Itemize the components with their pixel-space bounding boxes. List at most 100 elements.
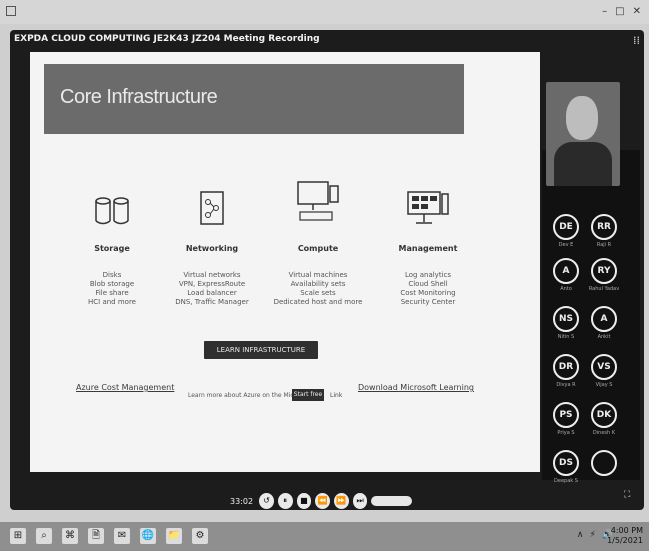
participant[interactable]: PS Priya S [548, 402, 584, 436]
window-title-bar: – □ ✕ [0, 0, 649, 24]
presenter-video [546, 82, 620, 186]
column-line: DNS, Traffic Manager [175, 298, 249, 306]
avatar: PS [553, 402, 579, 428]
column-compute: Compute Virtual machines Availability se… [268, 180, 368, 307]
folder-icon[interactable]: 📁 [166, 528, 182, 544]
participant[interactable] [586, 450, 622, 478]
participant[interactable]: A Anto [548, 258, 584, 292]
column-line: Log analytics [404, 271, 452, 279]
taskbar: ⊞ ⌕ ⌘ 🗎 ✉ 🌐 📁 ⚙ ∧ ⚡ 🔊 4:00 PM 1/5/2021 [0, 522, 649, 551]
time-readout: 33:02 [230, 496, 254, 506]
participant-name: Deepak S [554, 478, 578, 484]
column-line: Load balancer [187, 289, 237, 297]
column-management: Management Log analytics Cloud Shell Cos… [378, 180, 478, 307]
participant-name: Dev E [558, 242, 574, 248]
column-head: Compute [297, 244, 339, 253]
document-icon[interactable]: 🗎 [88, 528, 104, 544]
chevron-up-icon[interactable]: ∧ [577, 530, 584, 540]
avatar [591, 450, 617, 476]
column-head: Storage [94, 244, 130, 253]
clock[interactable]: 4:00 PM 1/5/2021 [607, 526, 643, 546]
slide-title-band: Core Infrastructure [44, 64, 464, 134]
fast-forward-icon[interactable]: ⏩ [334, 493, 349, 509]
participant-name: Raji R [596, 242, 612, 248]
presenter-face [566, 96, 598, 140]
participant-name: Priya S [557, 430, 575, 436]
column-line: Disks [102, 271, 122, 279]
download-learning-link[interactable]: Download Microsoft Learning [358, 383, 474, 392]
pause-icon[interactable]: ⏸ [277, 493, 293, 509]
participant[interactable]: DK Dinesh K [586, 402, 622, 436]
participant[interactable]: DR Divya R [548, 354, 584, 388]
column-line: Availability sets [290, 280, 346, 288]
storage-icon [62, 180, 162, 226]
start-icon[interactable]: ⊞ [10, 528, 26, 544]
avatar: RY [591, 258, 617, 284]
participant-name: Divya R [556, 382, 576, 388]
search-icon[interactable]: ⌕ [36, 528, 52, 544]
avatar: DS [553, 450, 579, 476]
participant[interactable]: DS Deepak S [548, 450, 584, 484]
participant[interactable]: A Ankit [586, 306, 622, 340]
skip-icon[interactable]: ⏭ [352, 493, 368, 509]
participant-name: Dinesh K [592, 430, 616, 436]
participant-name: Vijay S [595, 382, 613, 388]
column-line: Security Center [400, 298, 456, 306]
participant[interactable]: VS Vijay S [586, 354, 622, 388]
mail-icon[interactable]: ✉ [114, 528, 130, 544]
playback-controls: 33:02 ↺ ⏸ ■ ⏪ ⏩ ⏭ [230, 492, 412, 510]
column-lines: Disks Blob storage File share HCI and mo… [62, 271, 162, 307]
participant-name: Nitin S [557, 334, 575, 340]
avatar: RR [591, 214, 617, 240]
recording-title: EXPDA CLOUD COMPUTING JE2K43 JZ204 Meeti… [14, 34, 320, 44]
column-lines: Log analytics Cloud Shell Cost Monitorin… [378, 271, 478, 307]
column-head: Networking [185, 244, 239, 253]
column-line: Blob storage [89, 280, 135, 288]
participant[interactable]: RR Raji R [586, 214, 622, 248]
replay-icon[interactable]: ↺ [259, 493, 274, 509]
maximize-button[interactable]: □ [615, 6, 624, 17]
avatar: VS [591, 354, 617, 380]
learn-infrastructure-button[interactable]: LEARN INFRASTRUCTURE [204, 341, 318, 359]
note-link[interactable]: Link [330, 392, 342, 399]
avatar: NS [553, 306, 579, 332]
column-head: Management [398, 244, 458, 253]
management-icon [378, 180, 478, 226]
participant[interactable]: DE Dev E [548, 214, 584, 248]
battery-icon[interactable]: ⚡ [589, 530, 595, 540]
column-line: Cloud Shell [408, 280, 448, 288]
presenter-body [554, 142, 612, 186]
compute-icon [268, 180, 368, 226]
taskbar-icons: ⊞ ⌕ ⌘ 🗎 ✉ 🌐 📁 ⚙ [10, 528, 208, 544]
minimize-button[interactable]: – [602, 6, 607, 17]
screen: – □ ✕ EXPDA CLOUD COMPUTING JE2K43 JZ204… [0, 0, 649, 551]
window-controls: – □ ✕ [602, 6, 641, 17]
progress-scrubber[interactable] [371, 496, 412, 506]
participant-name: Ankit [597, 334, 611, 340]
column-line: VPN, ExpressRoute [178, 280, 246, 288]
column-line: Cost Monitoring [400, 289, 456, 297]
column-lines: Virtual networks VPN, ExpressRoute Load … [162, 271, 262, 307]
participant[interactable]: NS Nitin S [548, 306, 584, 340]
column-storage: Storage Disks Blob storage File share HC… [62, 180, 162, 307]
slide-title: Core Infrastructure [60, 86, 218, 108]
rewind-icon[interactable]: ⏪ [315, 493, 330, 509]
grid-icon[interactable]: ⁞⁞ [633, 34, 640, 47]
task-view-icon[interactable]: ⌘ [62, 528, 78, 544]
column-line: Scale sets [300, 289, 336, 297]
fullscreen-icon[interactable]: ⛶ [624, 490, 630, 500]
browser-icon[interactable]: 🌐 [140, 528, 156, 544]
azure-cost-management-link[interactable]: Azure Cost Management [76, 383, 174, 392]
start-free-button[interactable]: Start free [292, 389, 324, 401]
column-lines: Virtual machines Availability sets Scale… [268, 271, 368, 307]
participant[interactable]: RY Rahul Yadav [586, 258, 622, 292]
column-line: File share [95, 289, 129, 297]
avatar: DE [553, 214, 579, 240]
clock-time: 4:00 PM [610, 526, 643, 535]
clock-date: 1/5/2021 [607, 536, 643, 545]
stop-icon[interactable]: ■ [296, 493, 312, 509]
settings-icon[interactable]: ⚙ [192, 528, 208, 544]
close-button[interactable]: ✕ [633, 6, 641, 17]
avatar: A [553, 258, 579, 284]
app-icon [6, 6, 16, 16]
